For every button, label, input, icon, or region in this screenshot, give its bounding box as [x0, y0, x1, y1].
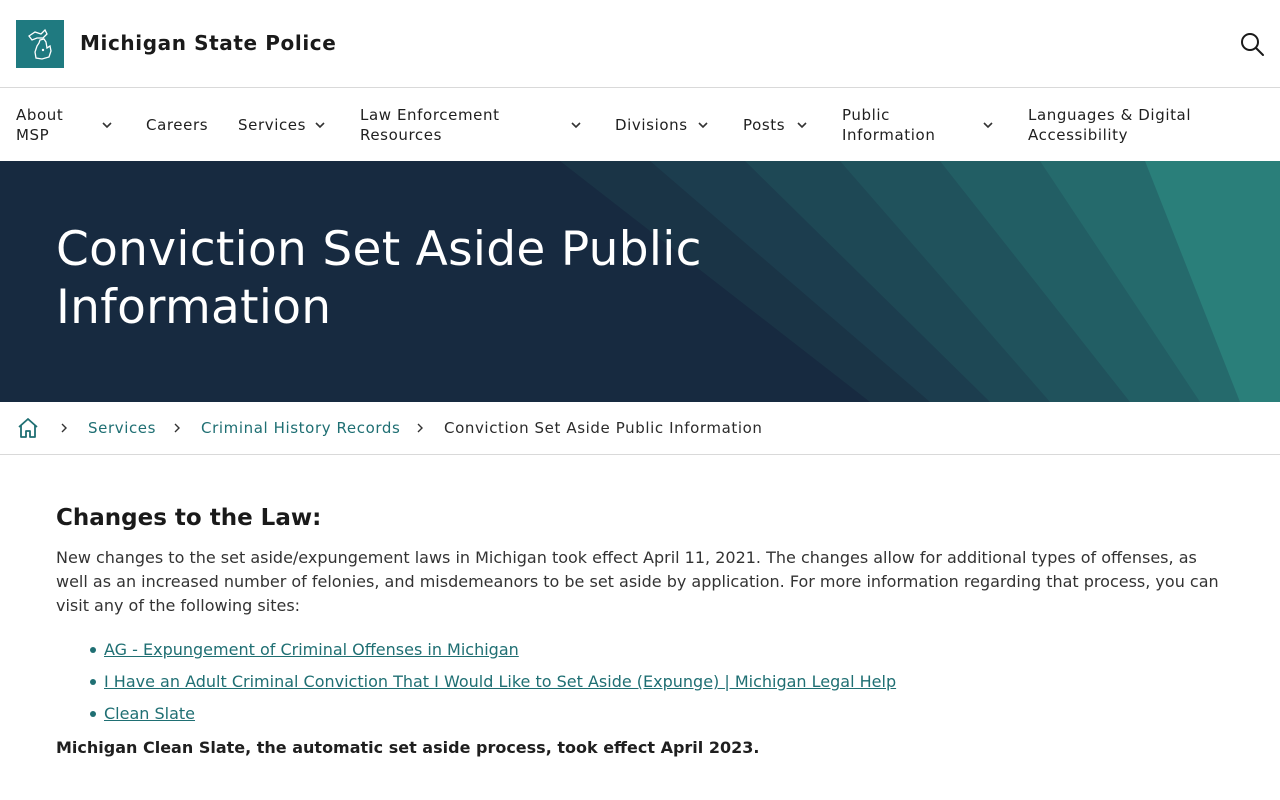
breadcrumb-link-services[interactable]: Services: [88, 419, 156, 437]
nav-item-law-enforcement-resources[interactable]: Law Enforcement Resources: [360, 89, 560, 161]
breadcrumb-home[interactable]: [16, 416, 40, 440]
chevron-down-icon[interactable]: [796, 119, 808, 131]
site-logo[interactable]: [16, 20, 64, 68]
chevron-down-icon[interactable]: [314, 119, 326, 131]
hero-banner: Conviction Set Aside Public Information: [0, 161, 1280, 402]
michigan-map-icon: [28, 28, 52, 60]
nav-item-languages-accessibility[interactable]: Languages & Digital Accessibility: [1028, 89, 1258, 161]
site-title[interactable]: Michigan State Police: [80, 31, 336, 55]
resource-links-list: AG - Expungement of Criminal Offenses in…: [56, 634, 1226, 730]
breadcrumb-current: Conviction Set Aside Public Information: [444, 419, 763, 437]
nav-item-label: Careers: [146, 116, 209, 134]
home-icon: [18, 418, 38, 438]
nav-item-label: About MSP: [16, 106, 64, 144]
nav-item-public-information[interactable]: Public Information: [842, 89, 972, 161]
main-nav: About MSP Careers Services Law Enforceme…: [0, 89, 1280, 161]
section-heading: Changes to the Law:: [56, 505, 322, 531]
nav-item-label: Public Information: [842, 106, 936, 144]
chevron-right-icon: [417, 423, 423, 433]
chevron-down-icon[interactable]: [982, 119, 994, 131]
nav-item-label: Divisions: [615, 116, 688, 134]
breadcrumb: Services Criminal History Records Convic…: [0, 402, 1280, 455]
clean-slate-note: Michigan Clean Slate, the automatic set …: [56, 738, 760, 757]
page-title: Conviction Set Aside Public Information: [56, 222, 702, 335]
nav-item-services[interactable]: Services: [238, 89, 306, 161]
list-item: Clean Slate: [90, 698, 1226, 730]
chevron-right-icon: [174, 423, 180, 433]
nav-item-divisions[interactable]: Divisions: [615, 89, 688, 161]
chevron-right-icon: [61, 423, 67, 433]
nav-item-label: Languages & Digital Accessibility: [1028, 106, 1192, 144]
search-button[interactable]: [1238, 30, 1266, 58]
link-clean-slate[interactable]: Clean Slate: [104, 704, 195, 723]
list-item: AG - Expungement of Criminal Offenses in…: [90, 634, 1226, 666]
nav-item-label: Services: [238, 116, 307, 134]
chevron-down-icon[interactable]: [570, 119, 582, 131]
link-michigan-legal-help[interactable]: I Have an Adult Criminal Conviction That…: [104, 672, 896, 691]
nav-item-careers[interactable]: Careers: [146, 89, 208, 161]
site-header: Michigan State Police: [0, 0, 1280, 88]
link-ag-expungement[interactable]: AG - Expungement of Criminal Offenses in…: [104, 640, 519, 659]
nav-item-posts[interactable]: Posts: [743, 89, 785, 161]
list-item: I Have an Adult Criminal Conviction That…: [90, 666, 1226, 698]
chevron-down-icon[interactable]: [101, 119, 113, 131]
search-icon: [1241, 33, 1264, 56]
intro-paragraph: New changes to the set aside/expungement…: [56, 548, 1219, 615]
main-content: Changes to the Law: New changes to the s…: [56, 500, 1226, 760]
nav-item-label: Law Enforcement Resources: [360, 106, 500, 144]
nav-item-label: Posts: [743, 116, 786, 134]
chevron-down-icon[interactable]: [697, 119, 709, 131]
breadcrumb-link-criminal-history-records[interactable]: Criminal History Records: [201, 419, 400, 437]
